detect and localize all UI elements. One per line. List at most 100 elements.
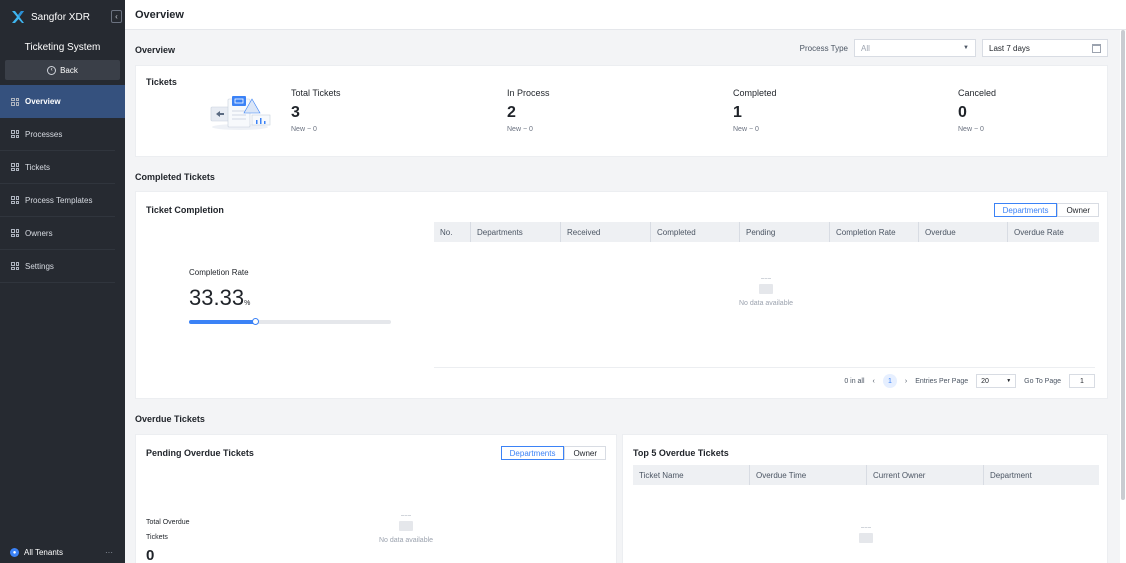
grid-icon [11, 229, 19, 237]
completion-rate-number: 33.33 [189, 285, 245, 310]
overdue-section-title: Overdue Tickets [135, 414, 205, 424]
toggle-departments[interactable]: Departments [500, 446, 565, 460]
stat-total-tickets: Total Tickets 3 New − 0 [291, 88, 341, 133]
column-header: Ticket Name [639, 470, 684, 480]
overdue-group-toggle: Departments Owner [500, 446, 606, 460]
process-type-select[interactable]: All ▼ [854, 39, 976, 57]
overview-section-title: Overview [135, 45, 176, 55]
collapse-sidebar-button[interactable]: ‹ [111, 10, 122, 23]
page-title: Overview [135, 8, 184, 21]
column-header: Overdue Time [749, 465, 866, 485]
column-header: Completion Rate [829, 222, 918, 242]
sidebar-item-owners[interactable]: Owners [0, 217, 115, 250]
grid-icon [11, 262, 19, 270]
completion-empty-state: No data available [716, 278, 816, 307]
user-icon: ● [10, 548, 19, 557]
stat-label: In Process [507, 88, 550, 98]
process-type-label: Process Type [799, 43, 848, 53]
pending-overdue-card: Pending Overdue Tickets Departments Owne… [135, 434, 617, 563]
completion-rate-value: 33.33% [189, 285, 250, 311]
toggle-owner[interactable]: Owner [564, 446, 606, 460]
grid-icon [11, 97, 19, 106]
tenant-label: All Tenants [24, 548, 63, 557]
sidebar-item-label: Owners [25, 228, 53, 238]
stat-label: Total Tickets [291, 88, 341, 98]
date-range-value: Last 7 days [989, 43, 1030, 53]
toggle-owner[interactable]: Owner [1057, 203, 1099, 217]
sidebar-nav: Overview Processes Tickets Process Templ… [0, 85, 125, 283]
scrollbar-thumb[interactable] [1121, 30, 1125, 500]
total-overdue-label-line: Total Overdue [146, 519, 190, 526]
column-header: No. [440, 227, 453, 237]
top5-overdue-title: Top 5 Overdue Tickets [633, 448, 729, 458]
top5-overdue-card: Top 5 Overdue Tickets Ticket Name Overdu… [622, 434, 1108, 563]
top5-table-header: Ticket Name Overdue Time Current Owner D… [633, 465, 1099, 485]
prev-page-button[interactable]: ‹ [873, 378, 875, 385]
pending-overdue-title: Pending Overdue Tickets [146, 448, 254, 458]
vertical-scrollbar[interactable] [1120, 30, 1126, 563]
empty-box-icon [397, 515, 415, 531]
brand: Sangfor XDR [0, 0, 125, 34]
chevron-left-icon: ‹ [115, 12, 118, 21]
completion-progress-bar [189, 318, 391, 325]
back-button[interactable]: ‹ Back [5, 60, 120, 80]
process-type-value: All [861, 43, 870, 53]
back-arrow-icon: ‹ [47, 65, 57, 75]
main-content: Overview Process Type All ▼ Last 7 days … [125, 30, 1120, 563]
ticket-completion-title: Ticket Completion [146, 205, 224, 215]
column-header: Received [560, 222, 650, 242]
tickets-card: Tickets Total Tickets 3 New − 0 In Proce… [135, 65, 1108, 157]
progress-knob [252, 318, 260, 325]
brand-name: Sangfor XDR [31, 11, 90, 23]
sidebar-item-label: Tickets [25, 162, 51, 172]
divider [434, 367, 1095, 368]
sidebar-item-tickets[interactable]: Tickets [0, 151, 115, 184]
column-header: Completed [650, 222, 739, 242]
column-header: Overdue Rate [1007, 222, 1099, 242]
next-page-button[interactable]: › [905, 378, 907, 385]
calendar-icon [1092, 43, 1101, 53]
tickets-illustration-icon [210, 96, 271, 130]
sidebar-item-label: Settings [25, 261, 54, 271]
pagination: 0 in all ‹ 1 › Entries Per Page 20 ▼ Go T… [844, 374, 1095, 388]
grid-icon [11, 196, 19, 204]
stat-label: Completed [733, 88, 777, 98]
empty-box-icon [857, 527, 875, 543]
system-title: Ticketing System [24, 42, 101, 53]
total-overdue-value: 0 [146, 547, 155, 563]
page-header: Overview [125, 0, 1126, 30]
stat-value: 0 [958, 104, 967, 121]
page-1-button[interactable]: 1 [882, 374, 897, 388]
date-range-picker[interactable]: Last 7 days [982, 39, 1108, 57]
stat-new: New − 0 [958, 126, 984, 133]
go-to-page-input[interactable]: 1 [1069, 374, 1095, 388]
pagination-total: 0 in all [844, 377, 865, 385]
top5-empty-state [816, 527, 916, 549]
sidebar-item-process-templates[interactable]: Process Templates [0, 184, 115, 217]
sidebar-item-settings[interactable]: Settings [0, 250, 115, 283]
entries-per-page-select[interactable]: 20 ▼ [976, 374, 1017, 388]
go-to-page-label: Go To Page [1024, 377, 1061, 385]
sidebar-item-overview[interactable]: Overview [0, 85, 125, 118]
sidebar-item-label: Overview [25, 97, 61, 106]
caret-down-icon: ▼ [1006, 378, 1012, 384]
stat-label: Canceled [958, 88, 997, 98]
completion-rate-label: Completion Rate [189, 268, 249, 277]
stat-value: 3 [291, 104, 300, 121]
sidebar-item-label: Process Templates [25, 195, 93, 205]
empty-text: No data available [738, 300, 794, 307]
more-icon[interactable]: ··· [105, 548, 113, 557]
tickets-card-title: Tickets [146, 77, 177, 87]
completion-table-header: No. Departments Received Completed Pendi… [434, 222, 1099, 242]
stat-canceled: Canceled 0 New − 0 [958, 88, 996, 133]
sidebar-item-processes[interactable]: Processes [0, 118, 115, 151]
total-overdue-label-line: Tickets [146, 534, 168, 541]
stat-in-process: In Process 2 New − 0 [507, 88, 550, 133]
tenant-switcher[interactable]: ● All Tenants ··· [10, 548, 113, 557]
toggle-departments[interactable]: Departments [993, 203, 1058, 217]
sidebar: Sangfor XDR ‹ Ticketing System ‹ Back Ov… [0, 0, 125, 563]
grid-icon [11, 130, 19, 138]
filters: Process Type All ▼ Last 7 days [800, 39, 1108, 57]
stat-new: New − 0 [291, 126, 317, 133]
entries-per-page-value: 20 [981, 377, 989, 385]
